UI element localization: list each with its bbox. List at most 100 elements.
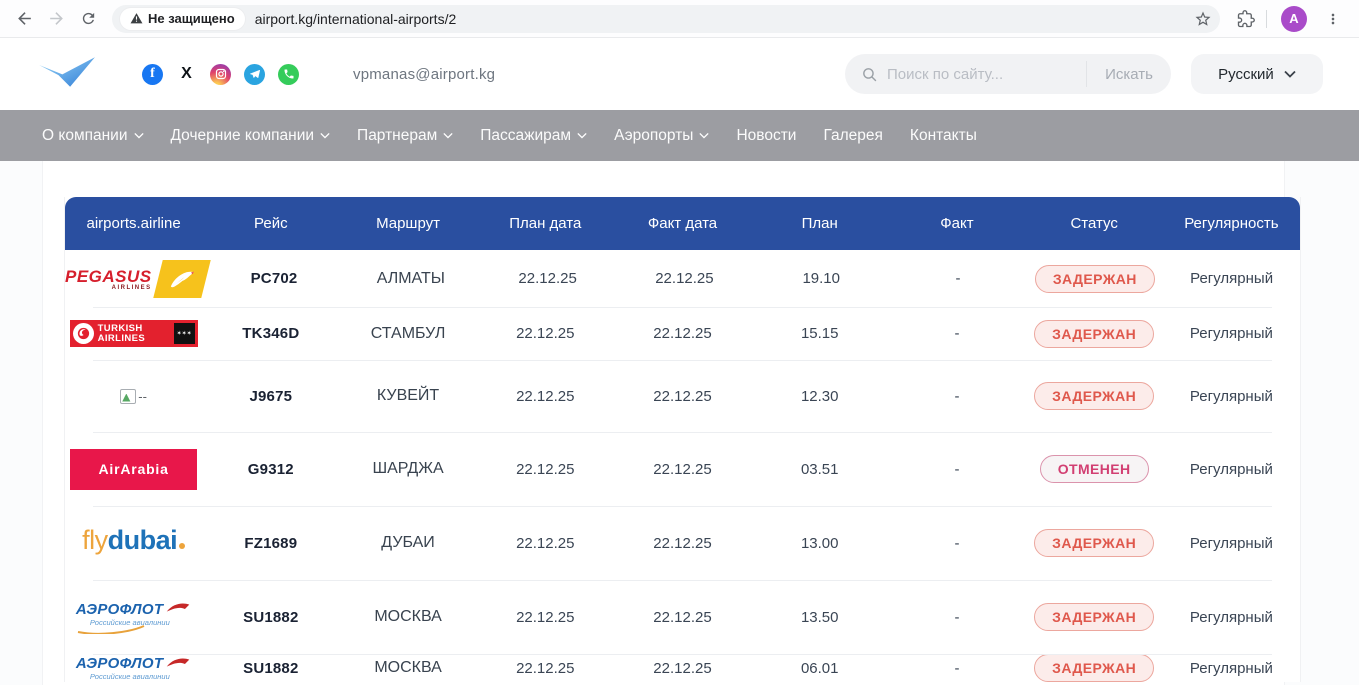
regularity: Регулярный xyxy=(1163,325,1300,342)
browser-menu-button[interactable] xyxy=(1317,3,1349,35)
table-row: АЭРОФЛОТ Российские авиалинии SU1882 МОС… xyxy=(65,580,1300,654)
search-input[interactable] xyxy=(887,66,1086,83)
flight-number: FZ1689 xyxy=(202,535,339,552)
nav-item-contacts[interactable]: Контакты xyxy=(910,127,977,145)
browser-forward-button[interactable] xyxy=(40,3,72,35)
status-badge: ОТМЕНЕН xyxy=(1040,455,1149,483)
star-alliance-icon: ✶✶✶ xyxy=(174,323,195,344)
plan-time: 06.01 xyxy=(751,660,888,677)
language-selected: Русский xyxy=(1218,66,1274,83)
status-badge: ЗАДЕРЖАН xyxy=(1035,265,1155,293)
regularity: Регулярный xyxy=(1163,535,1300,552)
plan-time: 03.51 xyxy=(751,461,888,478)
facebook-icon[interactable]: f xyxy=(142,64,163,85)
x-twitter-icon[interactable]: X xyxy=(176,64,197,85)
instagram-camera-glyph xyxy=(215,68,227,80)
flight-number: PC702 xyxy=(206,270,343,287)
language-selector[interactable]: Русский xyxy=(1191,54,1323,94)
route: МОСКВА xyxy=(339,608,476,626)
container-border-left xyxy=(42,161,43,685)
airline-logo-airarabia: AirArabia xyxy=(65,449,202,490)
route: ДУБАИ xyxy=(339,534,476,552)
route: ШАРДЖА xyxy=(339,460,476,478)
browser-reload-button[interactable] xyxy=(72,3,104,35)
bird-logo-icon xyxy=(36,53,98,91)
col-header-status: Статус xyxy=(1026,215,1163,232)
fact-time: - xyxy=(888,325,1025,342)
fact-date: 22.12.25 xyxy=(614,535,751,552)
col-header-fact-date: Факт дата xyxy=(614,215,751,232)
status-cell: ОТМЕНЕН xyxy=(1026,455,1163,483)
nav-item-gallery[interactable]: Галерея xyxy=(823,127,882,145)
fact-date: 22.12.25 xyxy=(614,609,751,626)
three-dots-menu-icon xyxy=(1325,11,1341,27)
search-submit-button[interactable]: Искать xyxy=(1091,58,1167,91)
plan-time: 15.15 xyxy=(751,325,888,342)
plan-date: 22.12.25 xyxy=(477,388,614,405)
fact-time: - xyxy=(888,388,1025,405)
toolbar-divider xyxy=(1266,10,1267,28)
profile-avatar[interactable]: A xyxy=(1281,6,1307,32)
airline-logo-turkish: TURKISHAIRLINES ✶✶✶ xyxy=(65,320,202,347)
nav-item-subsidiaries[interactable]: Дочерние компании xyxy=(171,127,331,145)
flight-number: G9312 xyxy=(202,461,339,478)
site-security-chip[interactable]: Не защищено xyxy=(120,8,245,30)
plan-time: 19.10 xyxy=(753,270,890,287)
site-search[interactable]: Искать xyxy=(845,54,1171,94)
flight-number: TK346D xyxy=(202,325,339,342)
chevron-down-icon xyxy=(577,132,587,139)
turkish-bird-icon xyxy=(73,323,94,344)
url-text[interactable]: airport.kg/international-airports/2 xyxy=(255,11,1194,27)
flights-table: airports.airline Рейс Маршрут План дата … xyxy=(64,197,1301,682)
plan-date: 22.12.25 xyxy=(477,325,614,342)
browser-back-button[interactable] xyxy=(8,3,40,35)
social-links: f X xyxy=(142,64,299,85)
nav-item-news[interactable]: Новости xyxy=(736,127,796,145)
col-header-fact: Факт xyxy=(888,215,1025,232)
col-header-plan-date: План дата xyxy=(477,215,614,232)
status-badge: ЗАДЕРЖАН xyxy=(1034,320,1154,348)
fact-date: 22.12.25 xyxy=(614,325,751,342)
main-navigation: О компании Дочерние компании Партнерам П… xyxy=(0,110,1359,161)
broken-image-icon xyxy=(120,389,136,404)
fact-date: 22.12.25 xyxy=(616,270,753,287)
regularity: Регулярный xyxy=(1163,388,1300,405)
flight-number: SU1882 xyxy=(202,609,339,626)
aeroflot-flag-icon xyxy=(165,601,191,617)
address-bar[interactable]: Не защищено airport.kg/international-air… xyxy=(112,5,1220,33)
route: СТАМБУЛ xyxy=(339,325,476,343)
status-cell: ЗАДЕРЖАН xyxy=(1026,320,1163,348)
plan-time: 13.50 xyxy=(751,609,888,626)
table-row: PEGASUS AIRLINES PC702 АЛМАТЫ 22.12.25 2… xyxy=(65,250,1300,307)
plan-time: 12.30 xyxy=(751,388,888,405)
flight-number: SU1882 xyxy=(202,660,339,677)
broken-image-alt-text: -- xyxy=(138,389,147,404)
status-cell: ЗАДЕРЖАН xyxy=(1026,265,1163,293)
regularity: Регулярный xyxy=(1163,609,1300,626)
search-icon xyxy=(861,66,878,83)
contact-email[interactable]: vpmanas@airport.kg xyxy=(353,66,495,83)
forward-arrow-icon xyxy=(47,9,66,28)
chevron-down-icon xyxy=(699,132,709,139)
instagram-icon[interactable] xyxy=(210,64,231,85)
fact-time: - xyxy=(888,461,1025,478)
flight-number: J9675 xyxy=(202,388,339,405)
bookmark-star-icon[interactable] xyxy=(1194,10,1212,28)
extensions-button[interactable] xyxy=(1230,3,1262,35)
nav-item-company[interactable]: О компании xyxy=(42,127,144,145)
col-header-plan: План xyxy=(751,215,888,232)
header-right-controls: Искать Русский xyxy=(845,54,1323,94)
table-header-row: airports.airline Рейс Маршрут План дата … xyxy=(65,197,1300,250)
nav-item-airports[interactable]: Аэропорты xyxy=(614,127,709,145)
nav-item-partners[interactable]: Партнерам xyxy=(357,127,453,145)
telegram-icon[interactable] xyxy=(244,64,265,85)
whatsapp-icon[interactable] xyxy=(278,64,299,85)
nav-item-passengers[interactable]: Пассажирам xyxy=(480,127,587,145)
status-cell: ЗАДЕРЖАН xyxy=(1026,529,1163,557)
manas-airport-logo[interactable] xyxy=(36,53,102,96)
airline-logo-flydubai: flydubai xyxy=(65,525,202,561)
security-label: Не защищено xyxy=(148,11,235,26)
whatsapp-phone-glyph xyxy=(283,68,295,80)
page-margin-left xyxy=(0,161,42,685)
reload-icon xyxy=(80,10,97,27)
